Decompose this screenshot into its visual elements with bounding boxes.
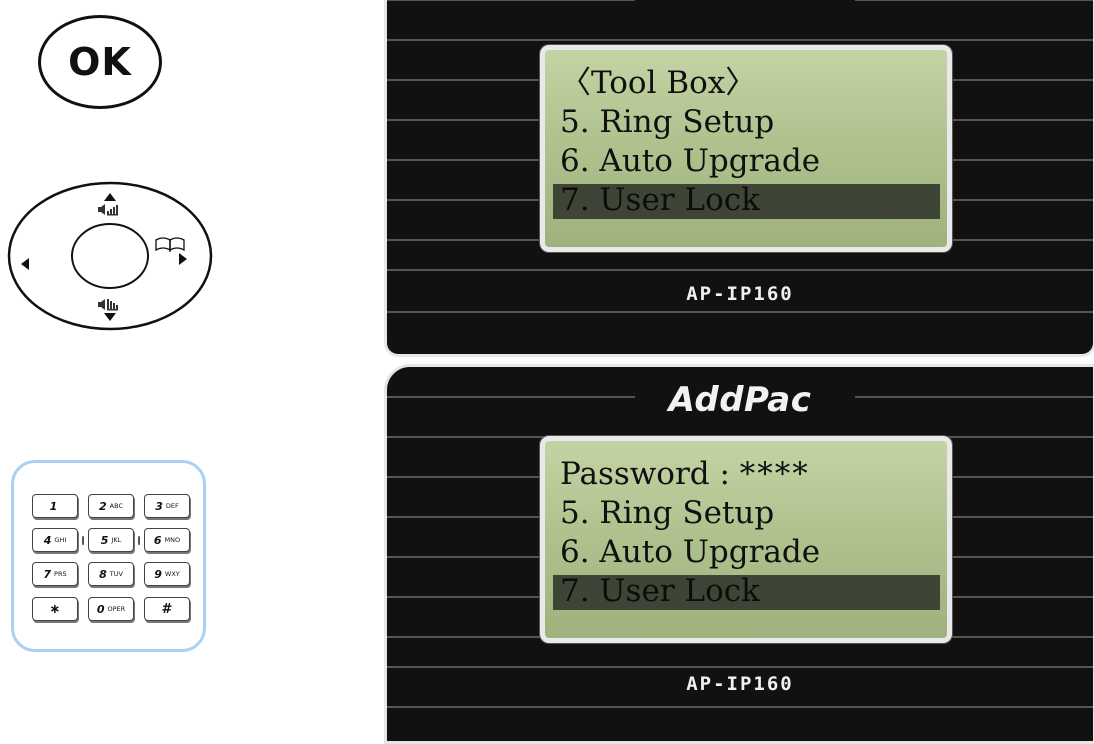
lcd-screen: Password : **** 5. Ring Setup 6. Auto Up… bbox=[540, 436, 952, 643]
lcd-menu-title: 〈Tool Box〉 bbox=[560, 65, 757, 101]
key-digit: # bbox=[161, 601, 173, 617]
lcd-menu-item-selected: 7. User Lock bbox=[560, 182, 760, 218]
key-1[interactable]: 1 bbox=[32, 494, 78, 518]
nav-right-button[interactable] bbox=[160, 226, 206, 276]
lcd-menu-item: 6. Auto Upgrade bbox=[560, 143, 821, 179]
key-divider-nub bbox=[138, 536, 140, 545]
key-8[interactable]: 8 TUV bbox=[88, 562, 134, 586]
key-letters: PRS bbox=[54, 570, 67, 578]
key-letters: GHI bbox=[54, 536, 67, 544]
key-star[interactable]: ∗ bbox=[32, 597, 78, 621]
lcd-menu-item-selected: 7. User Lock bbox=[560, 573, 760, 609]
key-digit: 2 bbox=[99, 499, 107, 513]
nav-up-button[interactable] bbox=[91, 186, 131, 222]
model-label: AP-IP160 bbox=[686, 673, 794, 695]
key-letters: MNO bbox=[164, 536, 181, 544]
model-label: AP-IP160 bbox=[686, 283, 794, 305]
key-3[interactable]: 3 DEF bbox=[144, 494, 190, 518]
nav-left-button[interactable] bbox=[12, 236, 52, 276]
key-0[interactable]: 0 OPER bbox=[88, 597, 134, 621]
key-6[interactable]: 6 MNO bbox=[144, 528, 190, 552]
brand-logo: AddPac bbox=[387, 0, 1093, 8]
key-letters: ABC bbox=[109, 502, 123, 510]
key-hash[interactable]: # bbox=[144, 597, 190, 621]
key-letters: TUV bbox=[109, 570, 123, 578]
phone-display-panel: AddPac 〈Tool Box〉 5. Ring Setup 6. Auto … bbox=[384, 0, 1094, 357]
key-digit: 6 bbox=[153, 533, 162, 547]
ok-button-label: OK bbox=[68, 40, 132, 84]
lcd-screen: 〈Tool Box〉 5. Ring Setup 6. Auto Upgrade… bbox=[540, 45, 952, 252]
lcd-password-line: Password : **** bbox=[560, 455, 810, 493]
key-letters: WXY bbox=[164, 570, 180, 578]
key-divider-nub bbox=[82, 536, 84, 545]
brand-logo: AddPac bbox=[668, 380, 812, 420]
ok-button[interactable]: OK bbox=[38, 15, 162, 109]
lcd-menu-item: 5. Ring Setup bbox=[560, 495, 775, 531]
nav-center-button[interactable] bbox=[68, 226, 152, 286]
nav-down-button[interactable] bbox=[91, 292, 131, 328]
password-mask: **** bbox=[739, 456, 810, 492]
key-digit: 5 bbox=[100, 533, 109, 547]
navigation-pad bbox=[6, 180, 216, 332]
key-5[interactable]: 5 JKL bbox=[88, 528, 134, 552]
key-letters: JKL bbox=[111, 536, 122, 544]
password-label: Password : bbox=[560, 456, 730, 492]
lcd-menu-item: 5. Ring Setup bbox=[560, 104, 775, 140]
key-digit: 8 bbox=[99, 567, 107, 581]
key-7[interactable]: 7 PRS bbox=[32, 562, 78, 586]
key-letters: DEF bbox=[165, 502, 179, 510]
key-digit: 0 bbox=[96, 602, 105, 616]
dial-keypad: 1 2 ABC 3 DEF 4 GHI 5 JKL 6 MNO 7 PRS 8 TUV 9 WX… bbox=[11, 460, 206, 652]
key-digit: 3 bbox=[155, 499, 163, 513]
key-2[interactable]: 2 ABC bbox=[88, 494, 134, 518]
key-digit: ∗ bbox=[49, 601, 61, 617]
key-letters: OPER bbox=[107, 605, 126, 613]
key-digit: 1 bbox=[49, 499, 58, 513]
key-digit: 4 bbox=[43, 533, 52, 547]
phone-display-panel: AddPac Password : **** 5. Ring Setup 6. … bbox=[384, 364, 1094, 744]
key-9[interactable]: 9 WXY bbox=[144, 562, 190, 586]
key-4[interactable]: 4 GHI bbox=[32, 528, 78, 552]
key-digit: 7 bbox=[43, 567, 52, 581]
lcd-menu-item: 6. Auto Upgrade bbox=[560, 534, 821, 570]
key-digit: 9 bbox=[154, 567, 162, 581]
